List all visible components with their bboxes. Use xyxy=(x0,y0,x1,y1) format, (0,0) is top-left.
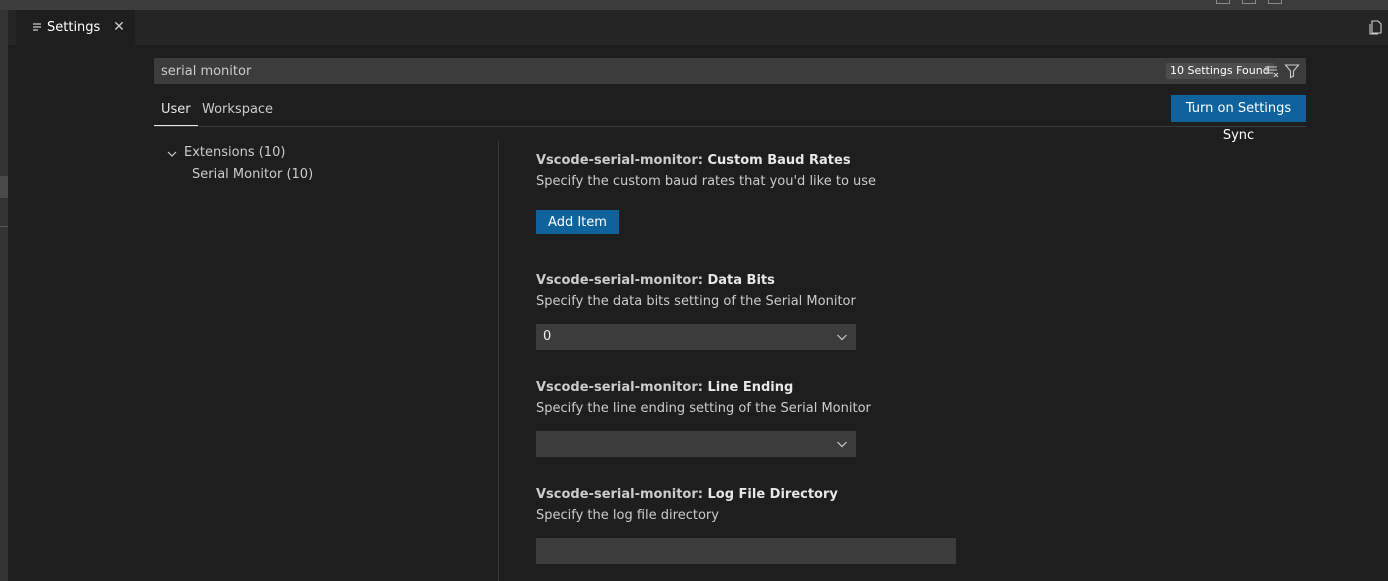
toc-item-label: Serial Monitor (10) xyxy=(192,167,314,182)
editor-tab-bar: Settings ✕ xyxy=(8,10,1388,45)
setting-name: Line Ending xyxy=(707,380,794,395)
tab-label: Settings xyxy=(47,20,101,35)
layout-icon[interactable] xyxy=(1216,0,1230,4)
settings-toc: Extensions (10) Serial Monitor (10) xyxy=(164,144,313,188)
open-settings-json-icon[interactable] xyxy=(1368,19,1384,35)
tab-workspace[interactable]: Workspace xyxy=(202,96,273,126)
toc-item-extensions[interactable]: Extensions (10) xyxy=(164,144,313,166)
toc-item-serial-monitor[interactable]: Serial Monitor (10) xyxy=(164,166,313,188)
window-title-bar xyxy=(0,0,1388,10)
setting-name: Log File Directory xyxy=(707,487,838,502)
close-icon[interactable]: ✕ xyxy=(111,19,127,35)
layout-icon[interactable] xyxy=(1268,0,1282,4)
setting-description: Specify the data bits setting of the Ser… xyxy=(536,294,856,309)
activity-bar xyxy=(0,10,8,581)
setting-title: Vscode-serial-monitor: Line Ending xyxy=(536,380,871,395)
layout-icon[interactable] xyxy=(1242,0,1256,4)
settings-list-icon xyxy=(33,22,41,31)
activity-bar-divider xyxy=(0,226,8,227)
chevron-down-icon xyxy=(837,441,847,448)
setting-line-ending: Vscode-serial-monitor: Line Ending Speci… xyxy=(536,380,871,457)
setting-category: Vscode-serial-monitor: xyxy=(536,273,708,288)
setting-title: Vscode-serial-monitor: Data Bits xyxy=(536,273,856,288)
setting-description: Specify the custom baud rates that you'd… xyxy=(536,174,877,189)
toc-item-label: Extensions (10) xyxy=(184,145,286,160)
tabs-divider xyxy=(154,126,1306,127)
setting-description: Specify the line ending setting of the S… xyxy=(536,401,871,416)
settings-count-badge: 10 Settings Found xyxy=(1166,63,1274,79)
chevron-down-icon xyxy=(837,334,847,341)
toc-divider xyxy=(498,141,499,581)
log-file-directory-input[interactable] xyxy=(536,538,956,564)
select-value: 0 xyxy=(543,329,552,344)
tab-user[interactable]: User xyxy=(154,96,198,126)
data-bits-select[interactable]: 0 xyxy=(536,324,856,350)
line-ending-select[interactable] xyxy=(536,431,856,457)
setting-title: Vscode-serial-monitor: Custom Baud Rates xyxy=(536,153,876,168)
setting-title: Vscode-serial-monitor: Log File Director… xyxy=(536,487,838,502)
tab-settings[interactable]: Settings ✕ xyxy=(16,10,135,45)
setting-category: Vscode-serial-monitor: xyxy=(536,153,708,168)
setting-description: Specify the log file directory xyxy=(536,508,719,523)
setting-category: Vscode-serial-monitor: xyxy=(536,487,708,502)
chevron-down-icon xyxy=(167,151,177,157)
setting-data-bits: Vscode-serial-monitor: Data Bits Specify… xyxy=(536,273,856,350)
setting-category: Vscode-serial-monitor: xyxy=(536,380,708,395)
settings-search-bar: 10 Settings Found xyxy=(154,58,1306,84)
clear-filter-icon[interactable] xyxy=(1264,63,1280,79)
setting-log-file-directory: Vscode-serial-monitor: Log File Director… xyxy=(536,487,956,564)
setting-name: Custom Baud Rates xyxy=(707,153,851,168)
setting-name: Data Bits xyxy=(707,273,775,288)
activity-bar-selection[interactable] xyxy=(0,176,8,198)
filter-icon[interactable] xyxy=(1284,63,1300,79)
setting-custom-baud-rates: Vscode-serial-monitor: Custom Baud Rates… xyxy=(536,153,877,234)
settings-search-input[interactable] xyxy=(154,58,1154,84)
add-item-button[interactable]: Add Item xyxy=(536,210,619,234)
turn-on-settings-sync-button[interactable]: Turn on Settings Sync xyxy=(1171,95,1306,143)
